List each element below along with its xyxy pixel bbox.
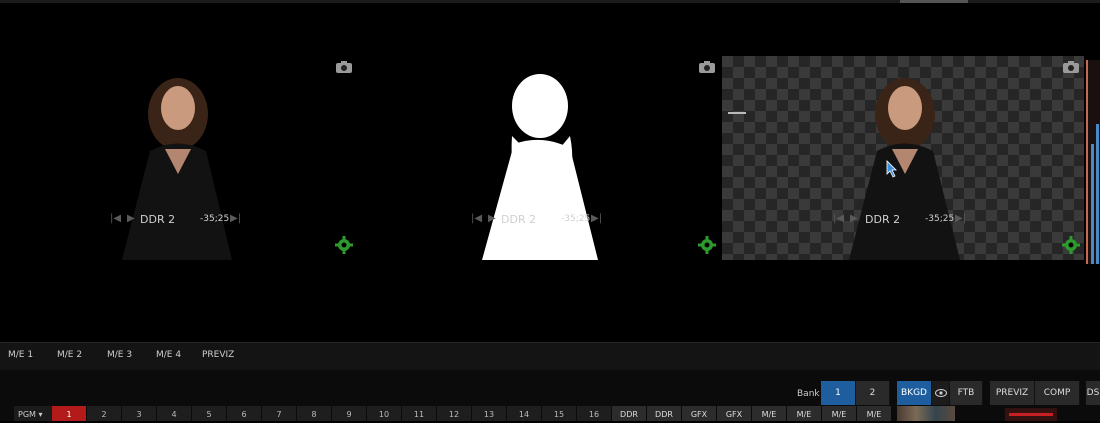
monitor-3-video	[722, 56, 1084, 260]
source-button-ddr-1[interactable]: DDR	[612, 406, 647, 421]
comp-button[interactable]: COMP	[1035, 381, 1080, 405]
play-icon[interactable]: ▶	[850, 213, 858, 224]
play-icon[interactable]: ▶	[488, 213, 496, 224]
monitor-1-transport: |◀ ▶ DDR 2 -35;25 ▶|	[110, 212, 250, 228]
monitor-2-timecode: -35;25	[561, 214, 591, 224]
source-button-9[interactable]: 9	[332, 406, 367, 421]
skip-forward-icon[interactable]: ▶|	[955, 213, 966, 224]
source-button-me-2[interactable]: M/E	[787, 406, 822, 421]
source-button-5[interactable]: 5	[192, 406, 227, 421]
monitor-1-source-label: DDR 2	[140, 213, 176, 226]
window-top-bar	[0, 0, 1100, 3]
audio-meter-bar	[1091, 144, 1094, 264]
ftb-button[interactable]: FTB	[950, 381, 983, 405]
monitor-3-transport: |◀ ▶ DDR 2 -35;25 ▶|	[833, 212, 973, 228]
ds-button[interactable]: DS	[1086, 381, 1100, 405]
camera-icon[interactable]	[698, 60, 716, 74]
tab-me-4[interactable]: M/E 4	[156, 350, 181, 360]
skip-back-icon[interactable]: |◀	[833, 213, 844, 224]
monitor-1-timecode: -35;25	[200, 214, 230, 224]
pgm-row-label[interactable]: PGM ▾	[14, 406, 52, 421]
top-bar-indicator	[900, 0, 968, 3]
source-button-ddr-2[interactable]: DDR	[647, 406, 682, 421]
monitor-2-alpha-image	[482, 74, 598, 260]
monitor-3-timecode: -35;25	[925, 214, 955, 224]
source-button-2[interactable]: 2	[87, 406, 122, 421]
tab-me-2[interactable]: M/E 2	[57, 350, 82, 360]
camera-icon[interactable]	[1062, 60, 1080, 74]
monitor-area: |◀ ▶ DDR 2 -35;25 ▶| |◀ ▶ DDR 2 -35;25 ▶…	[0, 4, 1100, 342]
source-button-me-3[interactable]: M/E	[822, 406, 857, 421]
source-button-gfx-2[interactable]: GFX	[717, 406, 752, 421]
audio-meter-bar	[1096, 124, 1099, 264]
monitor-3-person-image	[849, 78, 960, 260]
overlay-marker	[728, 112, 746, 114]
tab-me-1[interactable]: M/E 1	[8, 350, 33, 360]
source-button-10[interactable]: 10	[367, 406, 402, 421]
gear-icon[interactable]	[1062, 236, 1080, 254]
source-button-me-1[interactable]: M/E	[752, 406, 787, 421]
me-tab-bar: M/E 1 M/E 2 M/E 3 M/E 4 PREVIZ	[0, 342, 1100, 370]
source-button-3[interactable]: 3	[122, 406, 157, 421]
tab-previz[interactable]: PREVIZ	[202, 350, 234, 360]
source-button-gfx-1[interactable]: GFX	[682, 406, 717, 421]
skip-forward-icon[interactable]: ▶|	[591, 213, 602, 224]
source-button-13[interactable]: 13	[472, 406, 507, 421]
previz-button[interactable]: PREVIZ	[990, 381, 1035, 405]
monitor-2-video	[362, 56, 724, 260]
source-button-1[interactable]: 1	[52, 406, 87, 421]
transition-indicator	[1005, 408, 1057, 421]
monitor-1[interactable]	[0, 56, 362, 260]
source-button-8[interactable]: 8	[297, 406, 332, 421]
camera-icon[interactable]	[335, 60, 353, 74]
monitor-1-video	[0, 56, 362, 260]
source-button-15[interactable]: 15	[542, 406, 577, 421]
source-button-me-4[interactable]: M/E	[857, 406, 892, 421]
monitor-3[interactable]	[722, 56, 1084, 260]
monitor-1-person-image	[122, 78, 232, 260]
transition-led	[1009, 413, 1053, 416]
source-button-16[interactable]: 16	[577, 406, 612, 421]
skip-forward-icon[interactable]: ▶|	[230, 213, 241, 224]
audio-meter	[1086, 60, 1100, 264]
cursor-icon	[886, 160, 897, 178]
gear-icon[interactable]	[698, 236, 716, 254]
monitor-2-transport: |◀ ▶ DDR 2 -35;25 ▶|	[471, 212, 611, 228]
bank-1-button[interactable]: 1	[821, 381, 856, 405]
skip-back-icon[interactable]: |◀	[110, 213, 121, 224]
source-button-6[interactable]: 6	[227, 406, 262, 421]
monitor-3-source-label: DDR 2	[865, 213, 901, 226]
source-button-7[interactable]: 7	[262, 406, 297, 421]
eye-icon	[935, 389, 947, 397]
bank-label: Bank	[797, 389, 820, 399]
source-button-11[interactable]: 11	[402, 406, 437, 421]
skip-back-icon[interactable]: |◀	[471, 213, 482, 224]
pgm-label-text: PGM	[18, 410, 36, 419]
bkgd-thumbnail	[897, 406, 955, 421]
monitor-2[interactable]	[362, 56, 724, 260]
source-button-12[interactable]: 12	[437, 406, 472, 421]
bank-2-button[interactable]: 2	[856, 381, 890, 405]
bkgd-button[interactable]: BKGD	[897, 381, 932, 405]
play-icon[interactable]: ▶	[127, 213, 135, 224]
monitor-2-source-label: DDR 2	[501, 213, 537, 226]
tab-me-3[interactable]: M/E 3	[107, 350, 132, 360]
gear-icon[interactable]	[335, 236, 353, 254]
source-button-14[interactable]: 14	[507, 406, 542, 421]
source-button-4[interactable]: 4	[157, 406, 192, 421]
